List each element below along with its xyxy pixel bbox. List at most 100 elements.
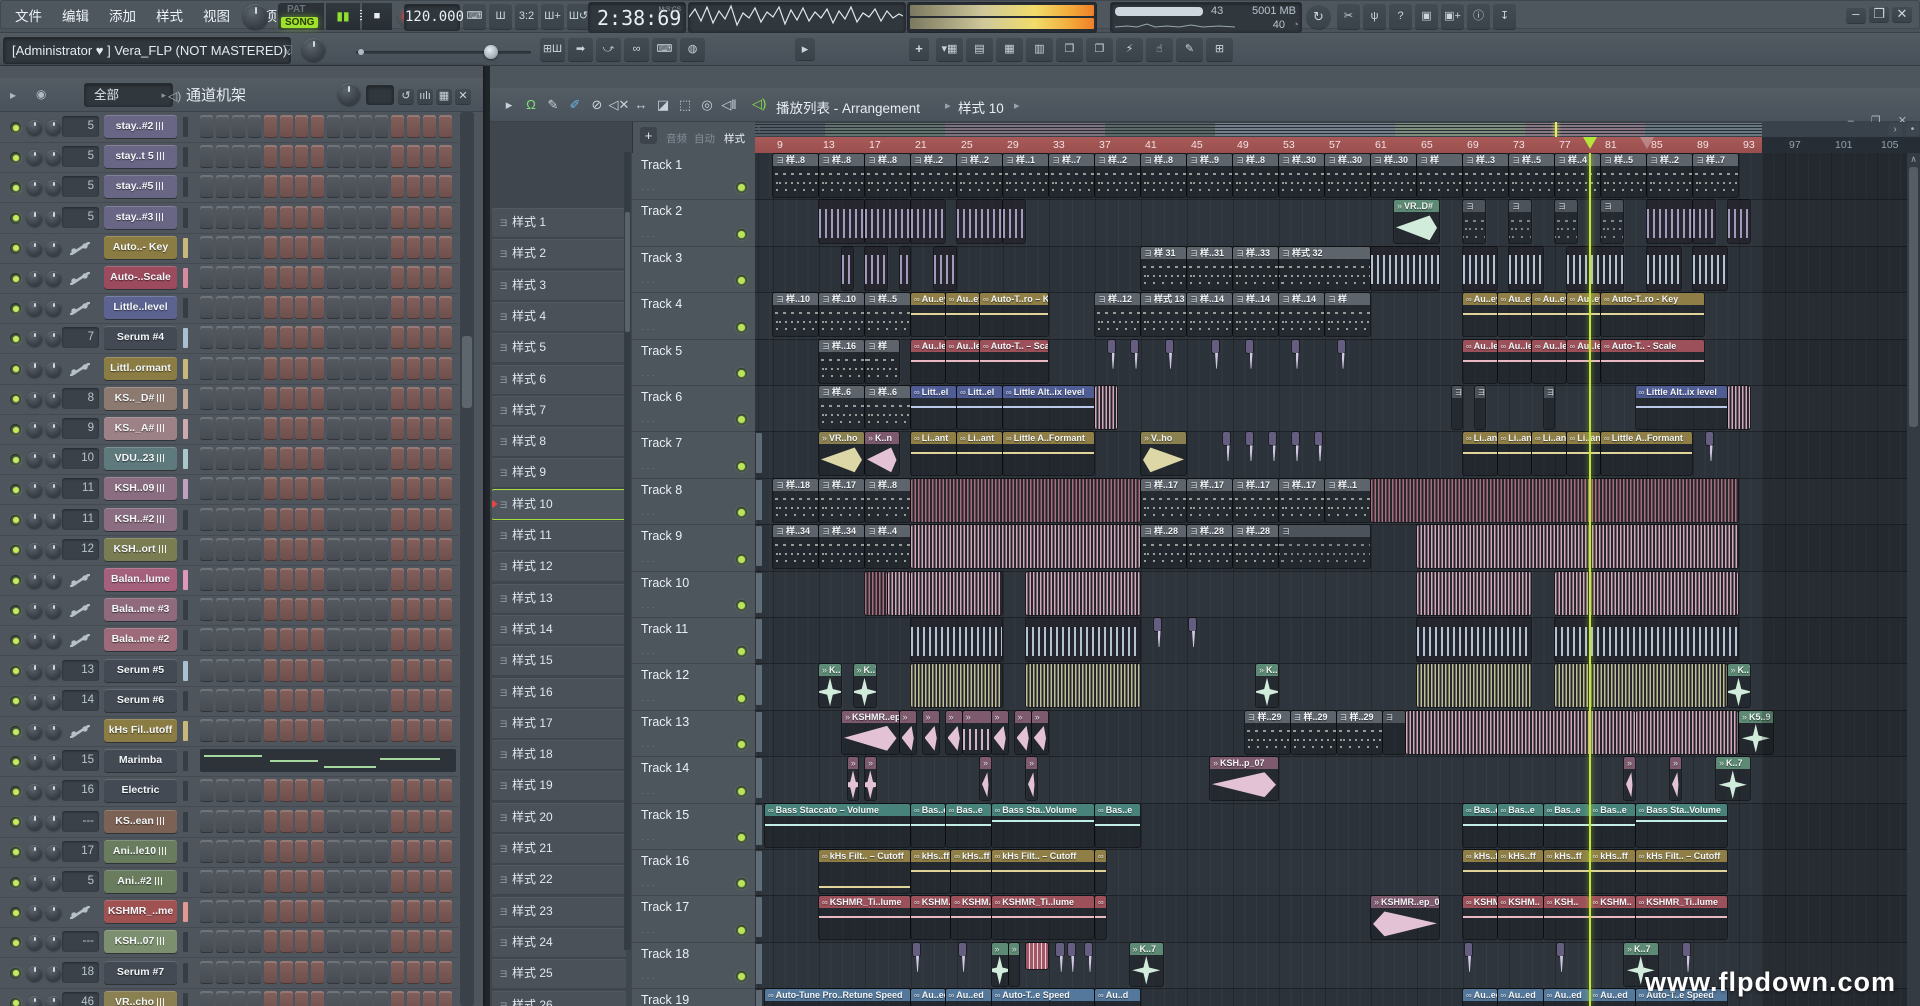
clip[interactable]: kHs..ff (1463, 850, 1497, 893)
save-button[interactable]: ▣ (1415, 3, 1438, 29)
step-cell[interactable] (311, 508, 324, 531)
pattern-item-22[interactable]: ヨ样式 22 (492, 865, 626, 894)
step-cell[interactable] (423, 145, 436, 168)
clip[interactable] (1463, 200, 1485, 243)
channel-volume-knob[interactable] (46, 422, 61, 437)
clip[interactable]: Li..ant (957, 432, 1002, 475)
loop-icon[interactable]: ◉ (36, 87, 46, 101)
clip[interactable] (1670, 757, 1681, 800)
step-cell[interactable] (280, 357, 293, 380)
delete-tool-icon[interactable]: ⊘ (586, 97, 608, 113)
step-cell[interactable] (311, 659, 324, 682)
step-cell[interactable] (216, 598, 229, 621)
step-cell[interactable] (248, 145, 261, 168)
step-edit-button[interactable]: ➡ (568, 37, 593, 61)
step-cell[interactable] (407, 870, 420, 893)
step-cell[interactable] (407, 840, 420, 863)
channel-name-button[interactable]: Electric (104, 779, 177, 802)
channel-volume-knob[interactable] (46, 694, 61, 709)
step-cell[interactable] (327, 961, 340, 984)
step-cell[interactable] (200, 326, 213, 349)
track-color-tab[interactable] (756, 480, 762, 520)
track-led[interactable] (736, 182, 747, 193)
clip[interactable]: 样式 13 (1141, 293, 1186, 336)
step-cell[interactable] (359, 477, 372, 500)
step-cell[interactable] (343, 991, 356, 1006)
channel-led[interactable] (10, 364, 21, 375)
channel-led[interactable] (10, 424, 21, 435)
track-led[interactable] (736, 971, 747, 982)
step-cell[interactable] (200, 417, 213, 440)
channel-select-strip[interactable] (183, 540, 188, 560)
step-cell[interactable] (264, 357, 277, 380)
channel-name-button[interactable]: KS..ean (104, 810, 177, 833)
step-cell[interactable] (295, 266, 308, 289)
step-cell[interactable] (216, 568, 229, 591)
step-cell[interactable] (232, 236, 245, 259)
channel-name-button[interactable]: VDU..23 (104, 447, 177, 470)
step-cell[interactable] (295, 779, 308, 802)
step-cell[interactable] (391, 175, 404, 198)
pattern-item-14[interactable]: ヨ样式 14 (492, 615, 626, 644)
clip[interactable]: 样..12 (1095, 293, 1140, 336)
clip[interactable]: Bass Sta..Volume (992, 804, 1095, 847)
pattern-item-17[interactable]: ヨ样式 17 (492, 709, 626, 738)
clip[interactable] (1647, 247, 1681, 290)
step-cell[interactable] (280, 236, 293, 259)
track-led[interactable] (736, 600, 747, 611)
clip[interactable] (1555, 200, 1577, 243)
pattern-item-23[interactable]: ヨ样式 23 (492, 897, 626, 926)
step-cell[interactable] (248, 840, 261, 863)
step-cell[interactable] (375, 961, 388, 984)
step-cell[interactable] (343, 326, 356, 349)
channel-pan-knob[interactable] (27, 150, 42, 165)
step-cell[interactable] (232, 810, 245, 833)
clip[interactable] (1314, 432, 1325, 462)
step-cell[interactable] (295, 659, 308, 682)
track-header[interactable]: Track 6··· (632, 385, 755, 432)
track-options[interactable]: ··· (641, 648, 657, 659)
channel-pan-knob[interactable] (27, 392, 42, 407)
step-cell[interactable] (216, 779, 229, 802)
help-button[interactable]: ? (1389, 3, 1412, 29)
clip[interactable]: kHs Filt.. – Cutoff (992, 850, 1095, 893)
clip[interactable]: 样..2 (957, 154, 1002, 197)
clip[interactable]: 样..8 (1141, 154, 1186, 197)
step-cell[interactable] (264, 900, 277, 923)
clip[interactable] (1406, 711, 1635, 754)
step-cell[interactable] (200, 810, 213, 833)
channel-led[interactable] (10, 575, 21, 586)
step-cell[interactable] (232, 598, 245, 621)
channel-pan-knob[interactable] (27, 362, 42, 377)
clip[interactable] (911, 479, 1140, 522)
channel-led[interactable] (10, 817, 21, 828)
track-color-tab[interactable] (756, 758, 762, 798)
vu-meter[interactable]: ↺ (907, 2, 1097, 33)
channel-pan-knob[interactable] (27, 543, 42, 558)
clip[interactable] (1095, 850, 1106, 893)
channel-name-button[interactable]: Auto-..Scale (104, 266, 177, 289)
step-cell[interactable] (439, 568, 452, 591)
step-cell[interactable] (343, 417, 356, 440)
step-cell[interactable] (327, 840, 340, 863)
step-cell[interactable] (343, 175, 356, 198)
clip[interactable]: Auto-T..ro – Key (980, 293, 1048, 336)
step-cell[interactable] (232, 870, 245, 893)
step-cell[interactable] (216, 538, 229, 561)
clip[interactable]: Au..ey (1498, 293, 1532, 336)
step-cell[interactable] (248, 628, 261, 651)
step-cell[interactable] (216, 870, 229, 893)
track-header[interactable]: Track 10··· (632, 571, 755, 618)
channel-mixer-target[interactable]: 5 (62, 116, 99, 137)
clip[interactable] (1268, 432, 1279, 462)
clip[interactable] (865, 200, 910, 243)
clip[interactable]: Au..le (1498, 340, 1532, 383)
channel-volume-knob[interactable] (46, 935, 61, 950)
close-icon[interactable]: ✕ (455, 88, 471, 104)
track-name[interactable]: Track 11 (641, 622, 688, 636)
step-cell[interactable] (407, 477, 420, 500)
step-cell[interactable] (200, 719, 213, 742)
channel-select-strip[interactable] (183, 812, 188, 832)
clip[interactable] (819, 200, 864, 243)
step-cell[interactable] (311, 689, 324, 712)
